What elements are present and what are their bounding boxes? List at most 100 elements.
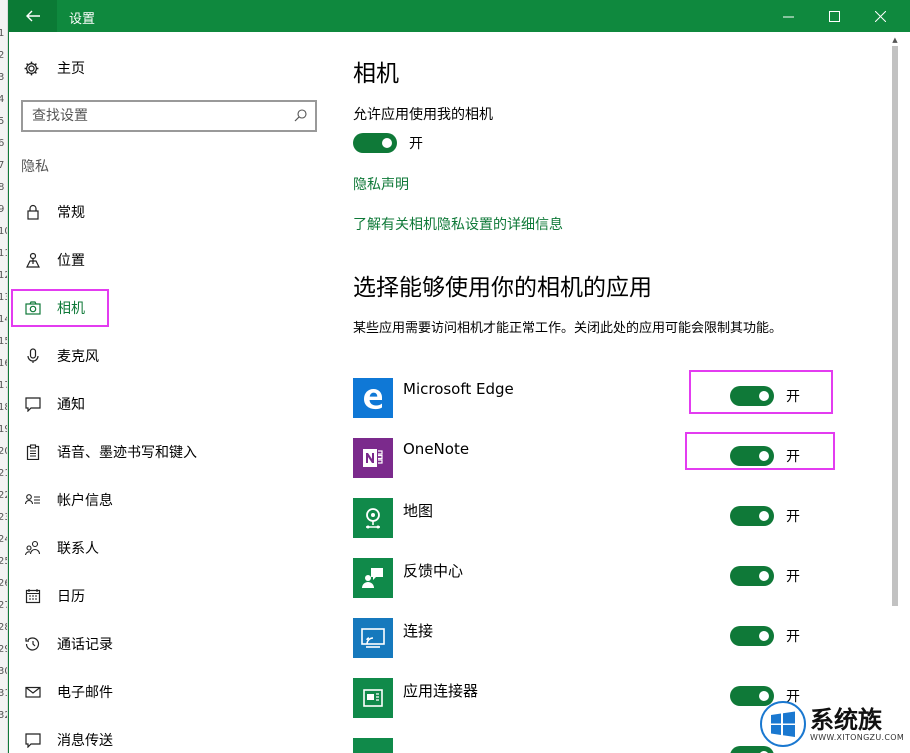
app-toggle-state: 开	[786, 569, 800, 585]
app-toggle-state: 开	[786, 509, 800, 525]
gear-icon	[24, 61, 39, 75]
bg-fragment: 2	[0, 50, 4, 61]
windows-logo-icon	[760, 701, 806, 747]
minimize-icon	[782, 16, 794, 17]
scrollbar[interactable]: ▲	[890, 36, 900, 753]
bg-fragment: 23	[0, 512, 7, 523]
watermark: 系统族 WWW.XITONGZU.COM	[760, 695, 910, 753]
bg-fragment: 1	[0, 28, 4, 39]
back-button[interactable]	[9, 0, 57, 32]
calendar-icon	[25, 589, 41, 604]
onenote-icon	[353, 438, 393, 478]
app-row-connect: 连接 开	[353, 618, 888, 658]
app-toggle-feedback-hub[interactable]	[730, 566, 774, 586]
messaging-icon	[25, 733, 41, 748]
bg-fragment: 7	[0, 160, 4, 171]
maps-icon	[353, 498, 393, 538]
learn-more-link[interactable]: 了解有关相机隐私设置的详细信息	[353, 214, 563, 234]
back-arrow-icon	[26, 10, 40, 22]
app-toggle-maps[interactable]	[730, 506, 774, 526]
sidebar-item-home[interactable]: 主页	[23, 56, 85, 80]
bg-fragment: 10	[0, 226, 7, 237]
edge-icon	[353, 378, 393, 418]
sidebar-item-label: 通知	[57, 397, 85, 413]
bg-fragment: 16	[0, 358, 7, 369]
sidebar-item-label: 常规	[57, 205, 85, 221]
privacy-statement-link[interactable]: 隐私声明	[353, 174, 409, 194]
bg-fragment: 12	[0, 270, 7, 281]
app-name: 应用连接器	[403, 682, 479, 700]
bg-fragment: 25	[0, 556, 7, 567]
sidebar-item-general[interactable]: 常规	[9, 193, 329, 231]
bg-fragment: 17	[0, 380, 7, 391]
sidebar-item-speech[interactable]: 语音、墨迹书写和键入	[9, 433, 329, 471]
highlight-box-edge-toggle	[689, 370, 833, 414]
apps-description: 某些应用需要访问相机才能正常工作。关闭此处的应用可能会限制其功能。	[353, 321, 783, 336]
sidebar-item-messaging[interactable]: 消息传送	[9, 721, 329, 753]
app-toggle-state: 开	[786, 629, 800, 645]
bg-fragment: 8	[0, 182, 4, 193]
maximize-button[interactable]	[811, 0, 857, 32]
close-button[interactable]	[857, 0, 903, 32]
bg-fragment: 13	[0, 292, 7, 303]
search-icon[interactable]	[294, 109, 307, 122]
sidebar-item-label: 帐户信息	[57, 493, 113, 509]
sidebar-item-label: 消息传送	[57, 733, 113, 749]
sidebar-item-contacts[interactable]: 联系人	[9, 529, 329, 567]
app-row-feedback-hub: 反馈中心 开	[353, 558, 888, 598]
notification-icon	[25, 397, 41, 412]
maximize-icon	[828, 10, 840, 22]
scrollbar-thumb[interactable]	[892, 46, 898, 606]
sidebar-item-label: 通话记录	[57, 637, 113, 653]
sidebar-item-location[interactable]: 位置	[9, 241, 329, 279]
sidebar-item-account-info[interactable]: 帐户信息	[9, 481, 329, 519]
allow-camera-state: 开	[409, 136, 423, 152]
bg-fragment: 5	[0, 116, 4, 127]
bg-fragment: 21	[0, 468, 7, 479]
app-name: 反馈中心	[403, 562, 464, 580]
sidebar-item-calendar[interactable]: 日历	[9, 577, 329, 615]
search-box	[21, 100, 317, 132]
apps-section-title: 选择能够使用你的相机的应用	[353, 275, 652, 301]
sidebar-item-label: 电子邮件	[57, 685, 113, 701]
lock-icon	[27, 204, 39, 220]
account-info-icon	[25, 494, 40, 505]
bg-fragment: 31	[0, 688, 7, 699]
app-name: OneNote	[403, 440, 470, 458]
sidebar-item-label: 联系人	[57, 541, 99, 557]
sidebar-item-call-history[interactable]: 通话记录	[9, 625, 329, 663]
sidebar-item-label: 麦克风	[57, 349, 99, 365]
location-icon	[26, 252, 40, 268]
connect-icon	[353, 618, 393, 658]
bg-fragment: 29	[0, 644, 7, 655]
bg-fragment: 4	[0, 94, 4, 105]
sidebar-item-notifications[interactable]: 通知	[9, 385, 329, 423]
title-bar: 设置	[9, 0, 910, 32]
sidebar-item-label: 位置	[57, 253, 85, 269]
watermark-text: 系统族	[810, 705, 882, 734]
bg-fragment: 22	[0, 490, 7, 501]
sidebar: 主页 隐私 常规 位置 相机 麦克风 通知 语音、墨	[9, 32, 329, 753]
contacts-icon	[25, 540, 41, 556]
window-title: 设置	[69, 12, 96, 27]
sidebar-item-email[interactable]: 电子邮件	[9, 673, 329, 711]
sidebar-item-label: 语音、墨迹书写和键入	[57, 445, 197, 461]
call-history-icon	[25, 637, 40, 651]
app-name: Microsoft Edge	[403, 380, 514, 398]
app-name: 地图	[403, 502, 434, 520]
search-input[interactable]	[23, 102, 273, 130]
app-icon	[353, 738, 393, 753]
sidebar-item-microphone[interactable]: 麦克风	[9, 337, 329, 375]
app-toggle-connect[interactable]	[730, 626, 774, 646]
app-name: 连接	[403, 622, 434, 640]
bg-fragment: 3	[0, 72, 4, 83]
bg-fragment: 18	[0, 402, 7, 413]
feedback-hub-icon	[353, 558, 393, 598]
bg-fragment: 20	[0, 446, 7, 457]
highlight-box-camera	[11, 289, 109, 327]
allow-camera-toggle[interactable]	[353, 133, 397, 153]
scroll-up-arrow-icon[interactable]: ▲	[891, 36, 899, 44]
minimize-button[interactable]	[765, 0, 811, 32]
bg-fragment: 19	[0, 424, 7, 435]
watermark-url: WWW.XITONGZU.COM	[810, 732, 905, 742]
